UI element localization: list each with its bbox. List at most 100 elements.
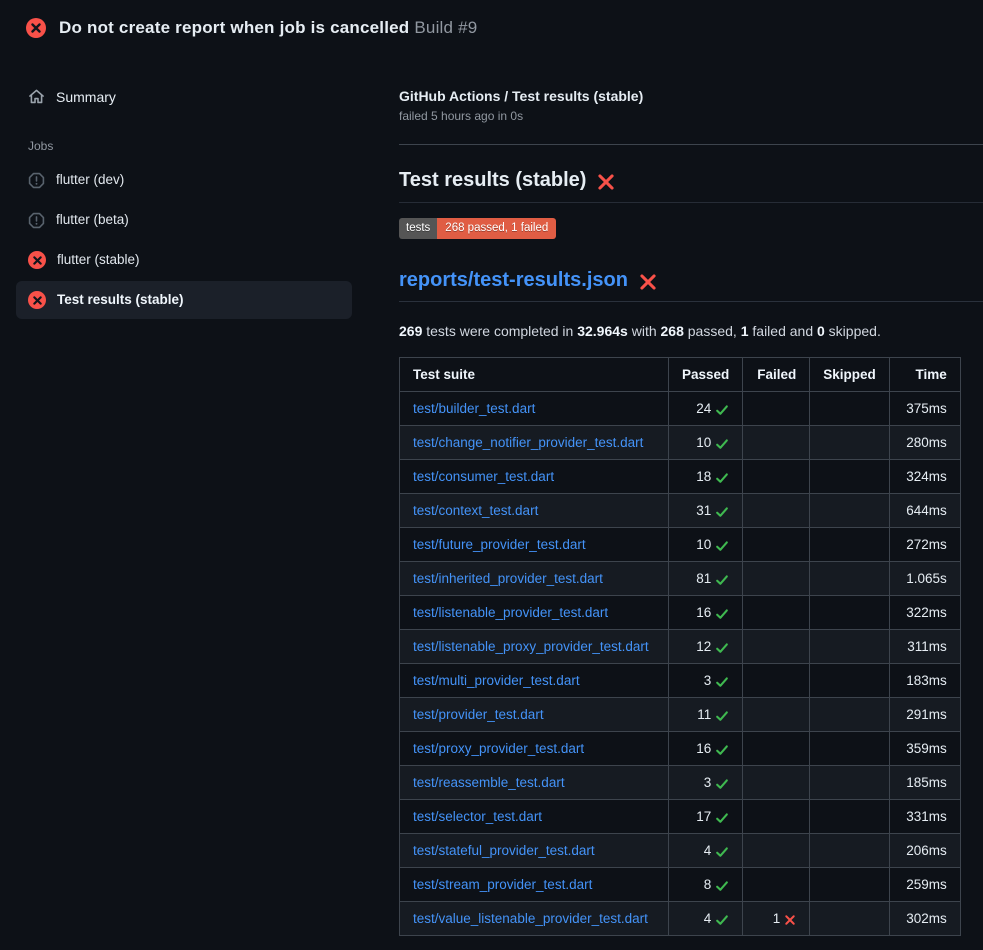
test-suite-cell: test/listenable_proxy_provider_test.dart	[400, 630, 669, 664]
time-value: 259ms	[889, 868, 960, 902]
col-failed: Failed	[743, 358, 810, 392]
test-suite-cell: test/proxy_provider_test.dart	[400, 732, 669, 766]
report-title: reports/test-results.json	[399, 269, 983, 302]
test-suite-link[interactable]: test/listenable_provider_test.dart	[413, 605, 608, 620]
run-header: GitHub Actions / Test results (stable) f…	[399, 88, 983, 145]
passed-count: 10	[696, 434, 711, 451]
check-icon	[715, 539, 729, 553]
failed-cell	[743, 494, 810, 528]
passed-count: 8	[704, 876, 712, 893]
sidebar-item-flutter-stable[interactable]: flutter (stable)	[16, 241, 352, 279]
check-icon	[715, 607, 729, 621]
test-suite-link[interactable]: test/reassemble_test.dart	[413, 775, 565, 790]
test-suite-link[interactable]: test/provider_test.dart	[413, 707, 544, 722]
test-suite-cell: test/future_provider_test.dart	[400, 528, 669, 562]
table-row: test/context_test.dart 31 644ms	[400, 494, 961, 528]
check-icon	[715, 845, 729, 859]
sidebar-item-test-results-stable[interactable]: Test results (stable)	[16, 281, 352, 319]
failed-cell	[743, 834, 810, 868]
results-table: Test suitePassedFailedSkippedTime test/b…	[399, 357, 961, 936]
time-value: 291ms	[889, 698, 960, 732]
skipped-cell	[810, 528, 890, 562]
test-suite-link[interactable]: test/context_test.dart	[413, 503, 538, 518]
passed-cell: 8	[669, 868, 743, 902]
passed-cell: 16	[669, 596, 743, 630]
test-suite-link[interactable]: test/selector_test.dart	[413, 809, 542, 824]
sidebar-item-summary[interactable]: Summary	[16, 78, 352, 115]
passed-count: 11	[697, 706, 711, 723]
passed-cell: 16	[669, 732, 743, 766]
check-icon	[715, 879, 729, 893]
test-suite-link[interactable]: test/multi_provider_test.dart	[413, 673, 580, 688]
test-suite-link[interactable]: test/future_provider_test.dart	[413, 537, 586, 552]
test-suite-link[interactable]: test/change_notifier_provider_test.dart	[413, 435, 643, 450]
failed-count: 1	[773, 910, 781, 927]
table-row: test/future_provider_test.dart10272ms	[400, 528, 961, 562]
table-row: test/reassemble_test.dart3185ms	[400, 766, 961, 800]
stop-icon	[28, 172, 45, 189]
skipped-cell	[810, 664, 890, 698]
passed-cell: 3	[669, 766, 743, 800]
sidebar: Summary Jobs flutter (dev) flutter (beta…	[0, 56, 380, 321]
time-value: 644ms	[889, 494, 960, 528]
check-icon	[715, 913, 729, 927]
passed-cell: 24	[669, 392, 743, 426]
x-small-icon	[784, 914, 796, 926]
passed-count: 31	[696, 502, 711, 519]
col-passed: Passed	[669, 358, 743, 392]
failed-cell	[743, 664, 810, 698]
test-suite-link[interactable]: test/stream_provider_test.dart	[413, 877, 592, 892]
summary-line: 269 tests were completed in 32.964s with…	[399, 323, 983, 339]
main-content: GitHub Actions / Test results (stable) f…	[380, 56, 983, 936]
test-suite-link[interactable]: test/proxy_provider_test.dart	[413, 741, 584, 756]
check-icon	[715, 403, 729, 417]
test-suite-link[interactable]: test/stateful_provider_test.dart	[413, 843, 595, 858]
time-value: 183ms	[889, 664, 960, 698]
skipped-cell	[810, 562, 890, 596]
skipped-cell	[810, 800, 890, 834]
test-suite-cell: test/consumer_test.dart	[400, 460, 669, 494]
skipped-cell	[810, 596, 890, 630]
test-suite-cell: test/reassemble_test.dart	[400, 766, 669, 800]
job-label: flutter (dev)	[56, 171, 124, 189]
failed-x-icon	[639, 273, 657, 291]
table-row: test/selector_test.dart17331ms	[400, 800, 961, 834]
failed-cell	[743, 392, 810, 426]
test-suite-link[interactable]: test/inherited_provider_test.dart	[413, 571, 603, 586]
build-number: Build #9	[414, 18, 477, 37]
job-label: flutter (stable)	[57, 251, 140, 269]
test-suite-link[interactable]: test/listenable_proxy_provider_test.dart	[413, 639, 649, 654]
time-value: 322ms	[889, 596, 960, 630]
passed-count: 18	[696, 468, 711, 485]
passed-cell: 10	[669, 528, 743, 562]
test-suite-link[interactable]: test/builder_test.dart	[413, 401, 535, 416]
failed-cell	[743, 562, 810, 596]
sidebar-item-flutter-dev[interactable]: flutter (dev)	[16, 161, 352, 199]
failed-status-icon	[26, 18, 46, 38]
test-suite-cell: test/selector_test.dart	[400, 800, 669, 834]
table-row: test/stream_provider_test.dart 8 259ms	[400, 868, 961, 902]
failed-cell	[743, 528, 810, 562]
breadcrumb: GitHub Actions / Test results (stable)	[399, 88, 983, 104]
time-value: 206ms	[889, 834, 960, 868]
passed-cell: 3	[669, 664, 743, 698]
report-file-link[interactable]: reports/test-results.json	[399, 269, 628, 292]
failed-cell	[743, 426, 810, 460]
col-test-suite: Test suite	[400, 358, 669, 392]
check-icon	[715, 675, 729, 689]
sidebar-item-flutter-beta[interactable]: flutter (beta)	[16, 201, 352, 239]
test-suite-cell: test/provider_test.dart	[400, 698, 669, 732]
x-circle-icon	[28, 251, 46, 269]
check-icon	[715, 709, 729, 723]
test-suite-link[interactable]: test/consumer_test.dart	[413, 469, 554, 484]
skipped-cell	[810, 426, 890, 460]
test-suite-link[interactable]: test/value_listenable_provider_test.dart	[413, 911, 648, 926]
passed-count: 4	[704, 842, 712, 859]
skipped-cell	[810, 732, 890, 766]
check-title: Do not create report when job is cancell…	[59, 18, 409, 37]
failed-cell	[743, 460, 810, 494]
home-icon	[28, 88, 45, 105]
time-value: 302ms	[889, 902, 960, 936]
failed-cell	[743, 596, 810, 630]
check-icon	[715, 777, 729, 791]
